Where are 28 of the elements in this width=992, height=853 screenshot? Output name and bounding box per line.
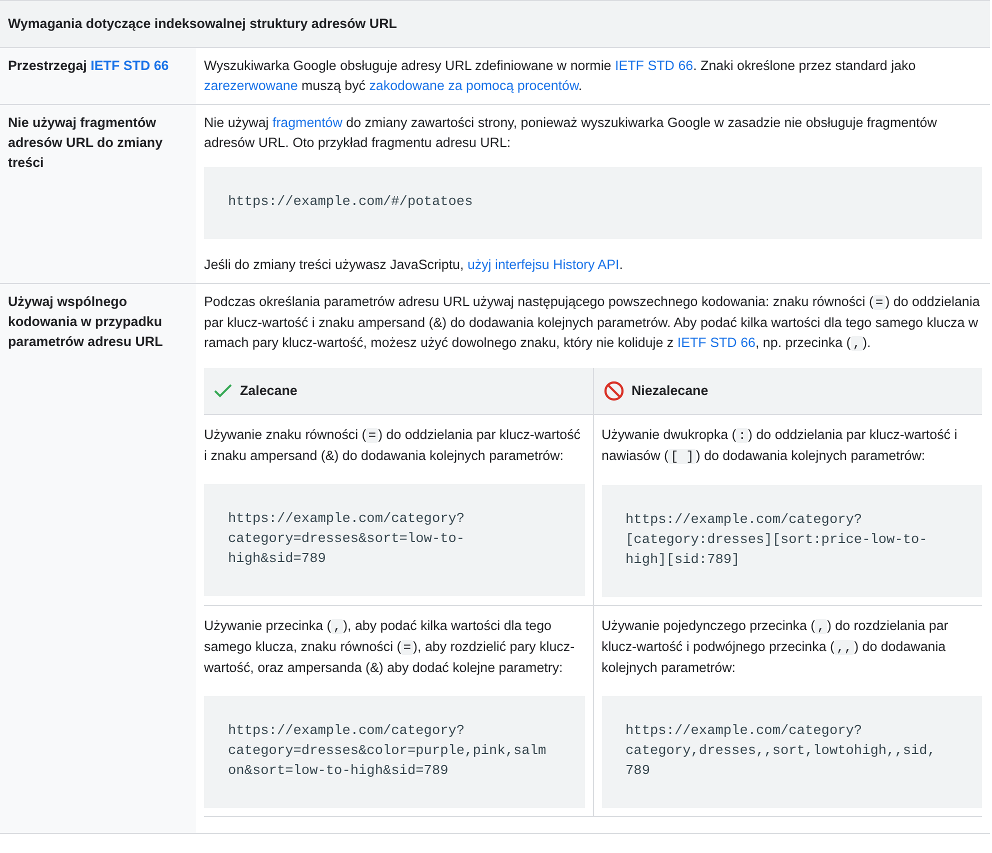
code-block: https://example.com/category? category=dresses&sort=low-to- high&sid=789 [204,484,584,596]
row-label: Używaj wspólnego kodowania w przypadku parametrów adresu URL [8,294,163,349]
code-block: https://example.com/category? category,dresses,,sort,lowtohigh,,sid, 789 [602,696,982,808]
paragraph-text: Jeśli do zmiany treści używasz JavaScriptu, użyj interfejsu History API. [204,256,624,274]
link[interactable]: IETF STD 66 [677,335,756,350]
link[interactable]: zarezerwowane [204,78,298,93]
link[interactable]: fragmentów [272,115,342,130]
paragraph-text: Używanie przecinka (,), aby podać kilka wartości dla tego samego klucza, znaku równości (=), aby rozdzielić pary klucz-wartość, oraz ampersanda (&) aby dodać kolejne parametry: [204,617,576,677]
paragraph-text: Używanie znaku równości (=) do oddzielania par klucz-wartość i znaku ampersand (&) do dodawania kolejnych parametrów: [204,426,582,465]
paragraph-text: Używanie dwukropka (:) do oddzielania par klucz-wartość i nawiasów ([ ]) do dodawania kolejnych parametrów: [602,426,958,466]
link[interactable]: IETF STD 66 [614,58,694,73]
table-title: Wymagania dotyczące indeksowalnej struktury adresów URL [0,0,990,48]
link[interactable]: zakodowane za pomocą procentów [369,78,578,93]
row-label: Nie używaj fragmentów adresów URL do zmiany treści [8,115,163,170]
code-block: https://example.com/#/potatoes [204,167,982,239]
link[interactable]: IETF STD 66 [90,58,169,73]
code-block: https://example.com/category? [category:dresses][sort:price-low-to- high][sid:789] [602,485,982,597]
row-label: Przestrzegaj IETF STD 66 [8,58,169,73]
column-header: Niezalecane [593,368,982,414]
paragraph-text: Wyszukiwarka Google obsługuje adresy URL zdefiniowane w normie IETF STD 66. Znaki określone przez standard jako zarezerwowane muszą być zakodowane za pomocą procentów. [204,57,917,95]
column-header: Zalecane [204,368,593,414]
prohibited-icon [604,381,624,401]
code-block: https://example.com/category? category=dresses&color=purple,pink,salm on&sort=low-to-high&sid=789 [204,696,584,808]
paragraph-text: Używanie pojedynczego przecinka (,) do rozdzielania par klucz-wartość i podwójnego przecinka (,,) do dodawania kolejnych parametrów: [602,617,950,677]
paragraph-text: Nie używaj fragmentów do zmiany zawartości strony, ponieważ wyszukiwarka Google w zasadzie nie obsługuje fragmentów adresów URL. Oto przykład fragmentu adresu URL: [204,114,938,152]
paragraph-text: Podczas określania parametrów adresu URL używaj następującego powszechnego kodowania: znaku równości (=) do oddzielania par klucz-wartość i znaku ampersand (&) do dodawania kolejnych parametrów. Aby podać kilka wartości dla tego samego klucza w ramach pary klucz-wartość, możesz użyć dowolnego znaku, który nie koliduje z IETF STD 66, np. przecinka (,). [204,293,981,353]
check-icon [214,384,232,398]
link[interactable]: użyj interfejsu History API [467,257,620,272]
